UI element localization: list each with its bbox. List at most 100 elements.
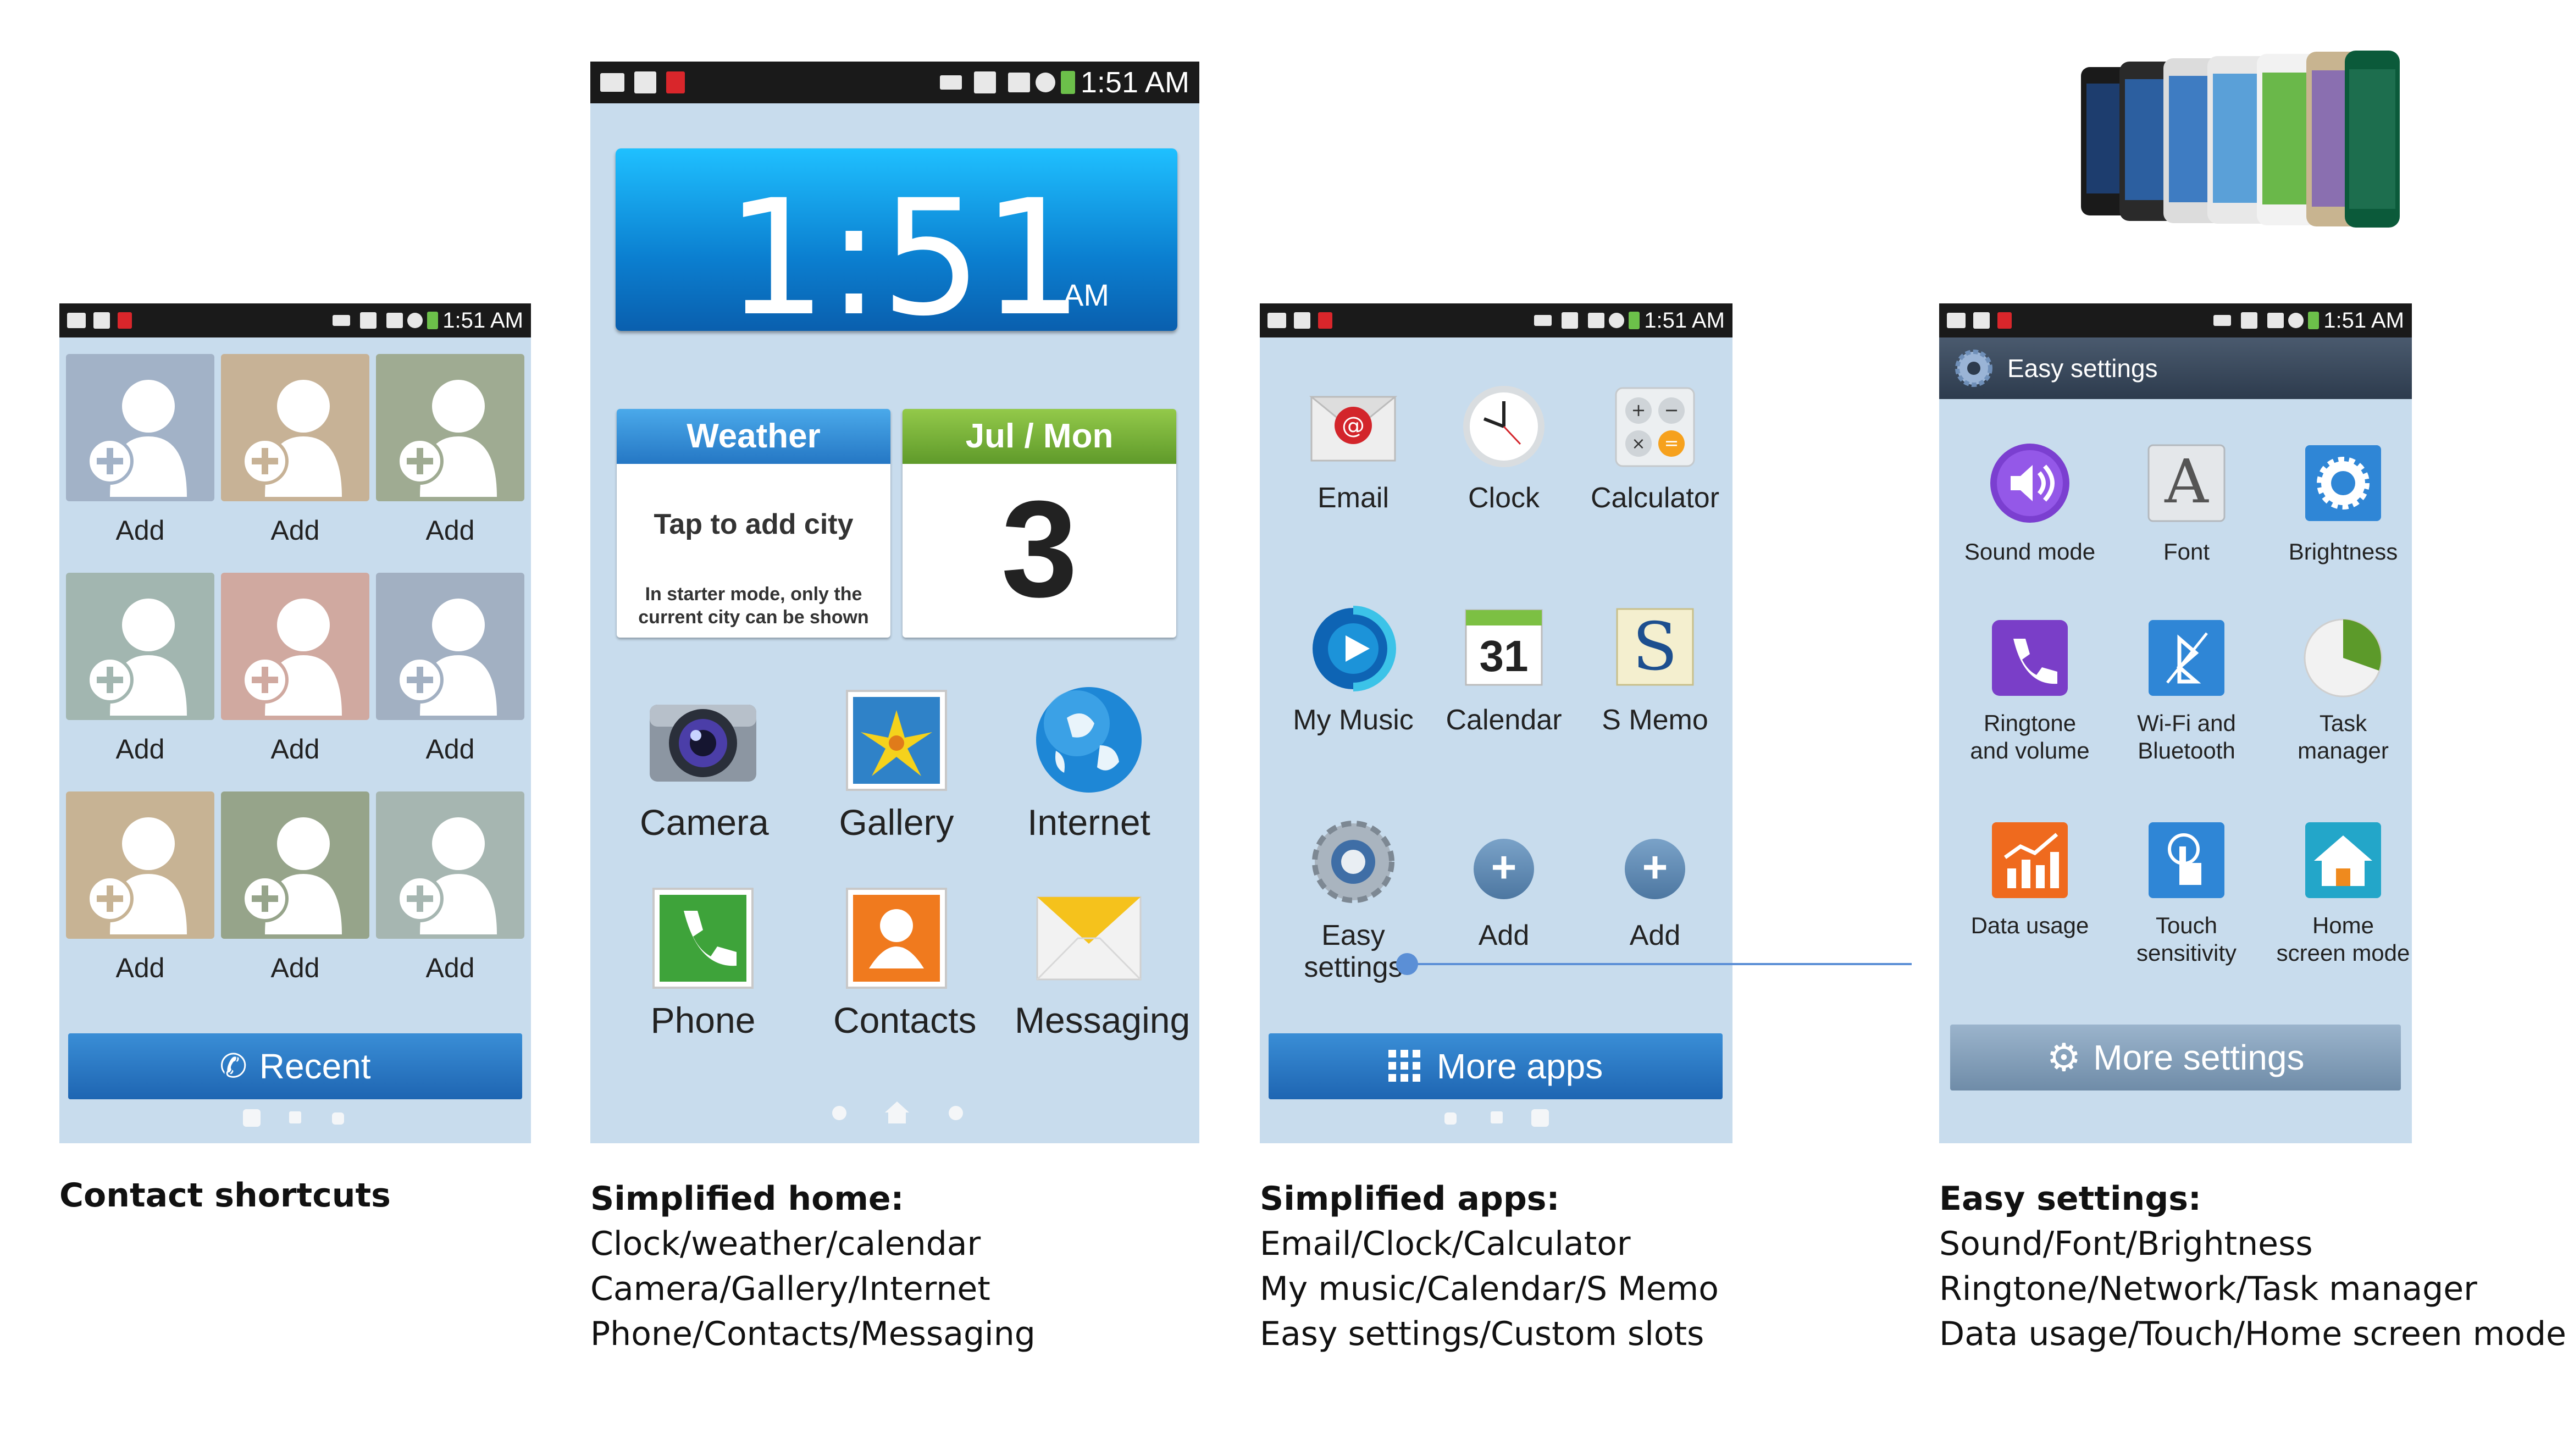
contact-shortcut-tile[interactable]	[66, 573, 214, 720]
setting-label-line1: Wi-Fi and	[2137, 710, 2236, 736]
calendar-widget[interactable]: Jul / Mon 3	[903, 409, 1176, 638]
add-contact-icon	[241, 380, 342, 497]
status-bar: 1:51 AM	[1939, 303, 2412, 337]
clock-widget[interactable]: 1:51 AM	[616, 148, 1177, 339]
recent-button[interactable]: ✆ Recent	[68, 1033, 522, 1099]
app-easy-settings[interactable]: Easy settings	[1293, 821, 1414, 990]
page-indicator-3[interactable]	[949, 1106, 963, 1120]
recent-calls-icon: ✆	[219, 1048, 247, 1084]
more-settings-label: More settings	[2093, 1038, 2305, 1077]
blocked-icon	[1609, 313, 1625, 328]
clock-time: 1:51	[726, 166, 1084, 351]
contact-shortcut-tile[interactable]	[376, 791, 524, 939]
eye-icon	[1534, 315, 1552, 326]
caption-easy-settings: Easy settings: Sound/Font/Brightness Rin…	[1939, 1176, 2566, 1357]
contact-shortcut-tile[interactable]	[221, 354, 369, 501]
app-messaging[interactable]: Messaging	[1015, 886, 1190, 1062]
setting-item-data-usage[interactable]: Data usage	[1964, 819, 2096, 956]
more-settings-button[interactable]: ⚙ More settings	[1950, 1025, 2401, 1090]
contact-tile-label: Add	[425, 953, 475, 983]
app-label: Gallery	[839, 802, 954, 843]
app-gallery[interactable]: Gallery	[833, 688, 960, 864]
battery-icon	[427, 312, 439, 329]
setting-label-line2: manager	[2298, 738, 2389, 763]
setting-item-bluetooth[interactable]: Wi-Fi and Bluetooth	[2121, 617, 2252, 763]
app-email[interactable]: @ Email	[1293, 386, 1414, 529]
caption-title: Contact shortcuts	[59, 1176, 391, 1215]
setting-label-line1: Font	[2163, 539, 2210, 564]
contact-tile-label: Add	[115, 734, 165, 765]
brightness-icon	[2305, 445, 2381, 521]
contact-shortcut-tile[interactable]	[376, 573, 524, 720]
add-contact-icon	[396, 817, 497, 934]
contact-shortcut-tile[interactable]	[221, 573, 369, 720]
page-indicator-3[interactable]	[1531, 1109, 1549, 1127]
page-indicator-1[interactable]	[243, 1109, 261, 1127]
app-calendar[interactable]: 31 Calendar	[1443, 609, 1564, 752]
caption-line: Easy settings/Custom slots	[1260, 1315, 1704, 1353]
app-internet[interactable]: Internet	[1026, 687, 1152, 864]
grid-icon	[1388, 1050, 1420, 1082]
home-page-indicator[interactable]	[884, 1100, 910, 1125]
app-label: Contacts	[833, 1000, 977, 1040]
contact-shortcut-tile[interactable]	[66, 354, 214, 501]
page-indicator-1[interactable]	[832, 1106, 846, 1120]
eye-icon	[333, 315, 351, 326]
weather-widget[interactable]: Weather Tap to add city In starter mode,…	[617, 409, 890, 638]
add-contact-icon	[86, 380, 187, 497]
easy-settings-screen: 1:51 AM Easy settings Sound mode A Font Bri…	[1939, 303, 2412, 1143]
svg-text:+: +	[1631, 400, 1646, 420]
setting-item-home[interactable]: Home screen mode	[2277, 819, 2410, 966]
app-slot-add-1[interactable]: + Add	[1443, 826, 1564, 968]
app-camera[interactable]: Camera	[640, 688, 769, 864]
app-calculator[interactable]: + − × = Calculator	[1591, 386, 1719, 529]
clock-ampm: AM	[1063, 278, 1109, 312]
home-icon	[2305, 822, 2381, 898]
gallery-icon	[846, 690, 947, 791]
setting-item-font[interactable]: A Font	[2121, 442, 2252, 579]
battery-icon	[2308, 312, 2320, 329]
setting-label-line1: Data usage	[1970, 912, 2089, 938]
setting-item-pie[interactable]: Task manager	[2277, 617, 2409, 763]
setting-item-touch[interactable]: Touch sensitivity	[2121, 819, 2252, 966]
setting-item-speaker[interactable]: Sound mode	[1964, 442, 2096, 579]
app-label: Calendar	[1446, 704, 1562, 736]
app-contacts[interactable]: Contacts	[833, 886, 977, 1062]
close-notification-icon	[1318, 312, 1332, 329]
app-phone[interactable]: Phone	[640, 886, 766, 1062]
status-bar: 1:51 AM	[59, 303, 531, 337]
contact-shortcut-tile[interactable]	[66, 791, 214, 939]
app-slot-add-2[interactable]: + Add	[1592, 826, 1718, 968]
app-s-memo[interactable]: S S Memo	[1592, 608, 1718, 752]
connector-dot	[1396, 953, 1418, 975]
page-indicator-home[interactable]	[289, 1111, 301, 1123]
envelope-icon	[1036, 896, 1142, 981]
setting-label-line2: sensitivity	[2136, 940, 2237, 966]
more-apps-button[interactable]: More apps	[1269, 1033, 1723, 1099]
blocked-icon	[2288, 313, 2304, 328]
location-icon	[973, 71, 996, 93]
wifi-icon	[386, 313, 403, 328]
settings-gear-icon	[1955, 350, 1992, 387]
gear-icon: ⚙	[2046, 1036, 2082, 1079]
app-label: Add	[1478, 920, 1530, 951]
calculator-icon: + − × =	[1615, 387, 1695, 467]
page-indicator-1[interactable]	[1444, 1112, 1457, 1125]
setting-item-ringtone[interactable]: Ringtone and volume	[1964, 617, 2096, 763]
setting-item-brightness[interactable]: Brightness	[2277, 442, 2409, 579]
contact-shortcut-tile[interactable]	[221, 791, 369, 939]
caption-line: Ringtone/Network/Task manager	[1939, 1270, 2477, 1308]
battery-icon	[1629, 312, 1640, 329]
app-label-line1: Easy	[1321, 920, 1385, 951]
page-indicator-home[interactable]	[1491, 1111, 1503, 1123]
app-label: Camera	[640, 802, 769, 843]
eye-icon	[939, 75, 962, 90]
app-clock[interactable]: Clock	[1443, 386, 1564, 529]
contact-shortcut-tile[interactable]	[376, 354, 524, 501]
blocked-icon	[407, 313, 423, 328]
app-my-music[interactable]: My Music	[1293, 606, 1414, 752]
page-indicator-3[interactable]	[332, 1112, 344, 1125]
status-bar: 1:51 AM	[1260, 303, 1732, 337]
app-label: Internet	[1027, 802, 1150, 843]
lock-icon	[634, 71, 656, 93]
